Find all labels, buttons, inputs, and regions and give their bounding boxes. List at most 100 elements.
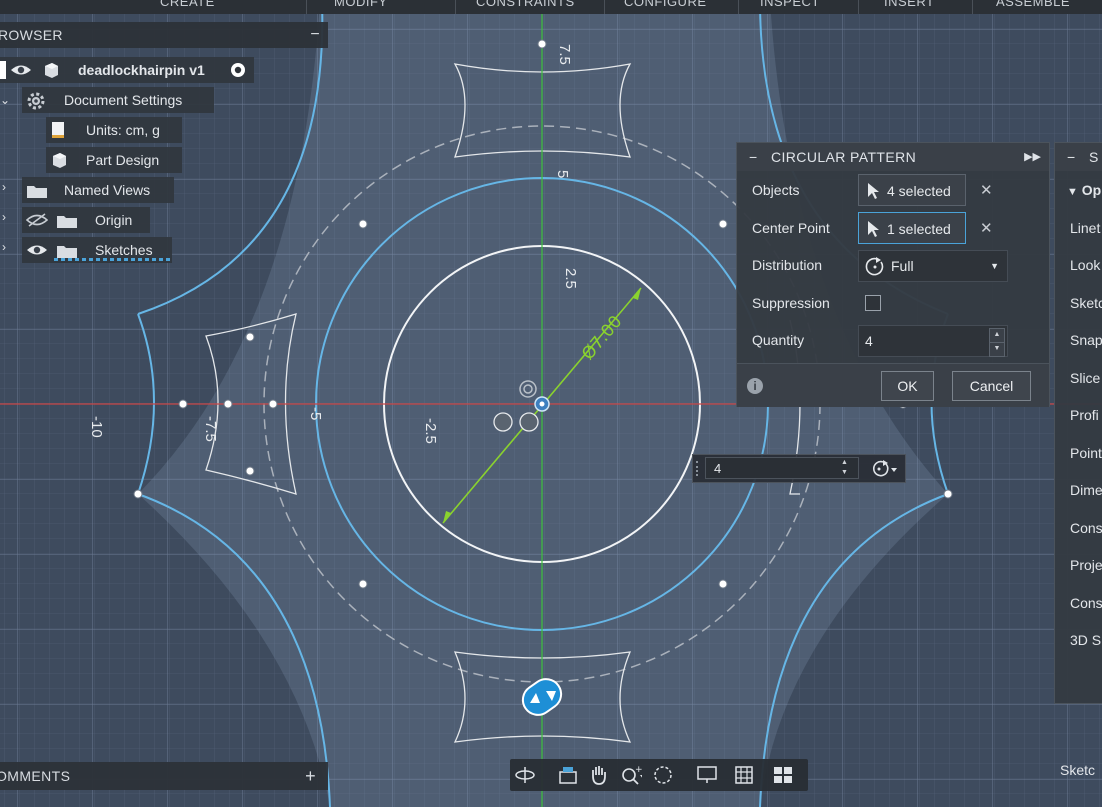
palette-item-projected[interactable]: Proje xyxy=(1070,557,1102,573)
palette-options-section[interactable]: ▼ Op xyxy=(1067,182,1101,198)
eye-icon[interactable] xyxy=(26,243,48,257)
activate-radio-icon[interactable] xyxy=(230,62,246,78)
cursor-arrow-icon xyxy=(868,183,879,199)
tree-item-part-design[interactable]: Part Design xyxy=(46,147,182,173)
dialog-footer: i OK Cancel xyxy=(737,363,1049,407)
palette-item-points[interactable]: Point xyxy=(1070,445,1102,461)
chevron-right-icon[interactable]: › xyxy=(2,180,6,194)
sketch-palette: − S ▼ Op Linet Look Sketc Snap Slice Pro… xyxy=(1054,142,1102,704)
clear-objects-button[interactable]: ✕ xyxy=(980,181,993,199)
dim-label-neg-10: -10 xyxy=(88,416,105,438)
viewports-icon[interactable] xyxy=(772,764,794,786)
chevron-right-icon[interactable]: › xyxy=(2,210,6,224)
toolbar-create[interactable]: CREATE xyxy=(160,0,215,9)
eye-icon[interactable] xyxy=(10,63,32,77)
grid-settings-icon[interactable] xyxy=(734,764,756,786)
drag-handle[interactable] xyxy=(696,461,700,476)
objects-value: 4 selected xyxy=(887,183,951,199)
dim-label-5: 5 xyxy=(554,170,571,178)
orbit-icon[interactable] xyxy=(514,764,536,786)
folder-icon xyxy=(57,246,77,258)
look-at-icon[interactable] xyxy=(558,764,580,786)
toolbar-constraints[interactable]: CONSTRAINTS xyxy=(476,0,575,9)
root-label: deadlockhairpin v1 xyxy=(78,62,205,78)
palette-item-look-at[interactable]: Look xyxy=(1070,257,1100,273)
info-icon[interactable]: i xyxy=(747,378,763,394)
cancel-button[interactable]: Cancel xyxy=(952,371,1031,401)
toolbar-modify[interactable]: MODIFY xyxy=(334,0,388,9)
toolbar-assemble[interactable]: ASSEMBLE xyxy=(996,0,1070,9)
quantity-decrement-button[interactable]: ▼ xyxy=(989,342,1005,357)
dim-label-neg-5: -5 xyxy=(307,407,324,420)
palette-item-slice[interactable]: Slice xyxy=(1070,370,1100,386)
folder-icon xyxy=(57,216,77,228)
fast-forward-icon[interactable]: ▶▶ xyxy=(1024,143,1041,171)
browser-collapse-button[interactable]: − xyxy=(310,22,320,48)
quantity-value: 4 xyxy=(865,333,873,349)
add-comment-button[interactable]: + xyxy=(305,762,316,790)
fit-icon[interactable] xyxy=(652,764,674,786)
palette-item-3d-sketch[interactable]: 3D S xyxy=(1070,632,1101,648)
dialog-header: − CIRCULAR PATTERN ▶▶ xyxy=(737,143,1049,171)
toolbar-separator xyxy=(858,0,859,14)
distribution-label: Distribution xyxy=(752,257,823,273)
tree-item-document-settings[interactable]: Document Settings xyxy=(22,87,214,113)
suppression-checkbox[interactable] xyxy=(865,295,881,311)
browser-root-row[interactable]: deadlockhairpin v1 xyxy=(0,57,254,83)
palette-item-dimensions[interactable]: Dime xyxy=(1070,482,1102,498)
tree-item-named-views[interactable]: Named Views xyxy=(22,177,174,203)
objects-label: Objects xyxy=(752,182,800,198)
top-toolbar: CREATE MODIFY CONSTRAINTS CONFIGURE INSP… xyxy=(0,0,1102,14)
tree-item-label: Units: cm, g xyxy=(86,122,160,138)
part-icon xyxy=(53,153,66,168)
folder-icon xyxy=(27,186,47,198)
chevron-down-icon[interactable]: ⌄ xyxy=(0,93,10,107)
ok-button[interactable]: OK xyxy=(881,371,934,401)
comments-title: OMMENTS xyxy=(0,768,71,784)
quantity-manipulator: 4 ▲ ▼ xyxy=(692,454,906,483)
toolbar-separator xyxy=(604,0,605,14)
navigation-bar: + xyxy=(510,759,808,791)
svg-text:+: + xyxy=(635,765,642,775)
suppression-label: Suppression xyxy=(752,295,830,311)
quantity-float-stepper[interactable]: ▲ ▼ xyxy=(841,458,848,478)
component-icon xyxy=(45,63,58,78)
dialog-minimize-button[interactable]: − xyxy=(749,143,757,171)
palette-item-sketch-grid[interactable]: Sketc xyxy=(1070,295,1102,311)
clear-center-point-button[interactable]: ✕ xyxy=(980,219,993,237)
pattern-direction-icon[interactable] xyxy=(869,459,899,479)
palette-item-profile[interactable]: Profi xyxy=(1070,407,1099,423)
toolbar-separator xyxy=(306,0,307,14)
center-point-value: 1 selected xyxy=(887,221,951,237)
active-sketch-underline xyxy=(54,258,172,261)
display-settings-icon[interactable] xyxy=(696,764,718,786)
toolbar-insert[interactable]: INSERT xyxy=(884,0,934,9)
dim-label-2-5: 2.5 xyxy=(562,268,579,289)
tree-item-origin[interactable]: Origin xyxy=(22,207,150,233)
objects-selection-button[interactable]: 4 selected xyxy=(858,174,966,206)
center-point-label: Center Point xyxy=(752,220,830,236)
palette-item-construction[interactable]: Cons xyxy=(1070,595,1102,611)
tree-item-units[interactable]: Units: cm, g xyxy=(46,117,182,143)
quantity-float-input[interactable]: 4 xyxy=(705,457,859,479)
pan-hand-icon[interactable] xyxy=(588,764,610,786)
distribution-dropdown[interactable]: Full ▼ xyxy=(858,250,1008,282)
toolbar-configure[interactable]: CONFIGURE xyxy=(624,0,707,9)
palette-item-linetype[interactable]: Linet xyxy=(1070,220,1100,236)
chevron-right-icon[interactable]: › xyxy=(2,240,6,254)
eye-hidden-icon[interactable] xyxy=(26,213,48,227)
tree-item-label: Named Views xyxy=(64,182,151,198)
zoom-icon[interactable]: + xyxy=(620,764,642,786)
root-indicator xyxy=(0,61,6,79)
toolbar-inspect[interactable]: INSPECT xyxy=(760,0,820,9)
palette-item-constraints[interactable]: Cons xyxy=(1070,520,1102,536)
quantity-input[interactable]: 4 ▲ ▼ xyxy=(858,325,1008,357)
palette-minimize-button[interactable]: − xyxy=(1067,143,1075,171)
center-point-selection-button[interactable]: 1 selected xyxy=(858,212,966,244)
quantity-increment-button[interactable]: ▲ xyxy=(989,328,1005,343)
distribution-value: Full xyxy=(891,258,914,274)
palette-item-snap[interactable]: Snap xyxy=(1070,332,1102,348)
finish-sketch-label[interactable]: Sketc xyxy=(1060,762,1095,778)
tree-item-label: Part Design xyxy=(86,152,160,168)
tree-item-sketches[interactable]: Sketches xyxy=(22,237,172,263)
